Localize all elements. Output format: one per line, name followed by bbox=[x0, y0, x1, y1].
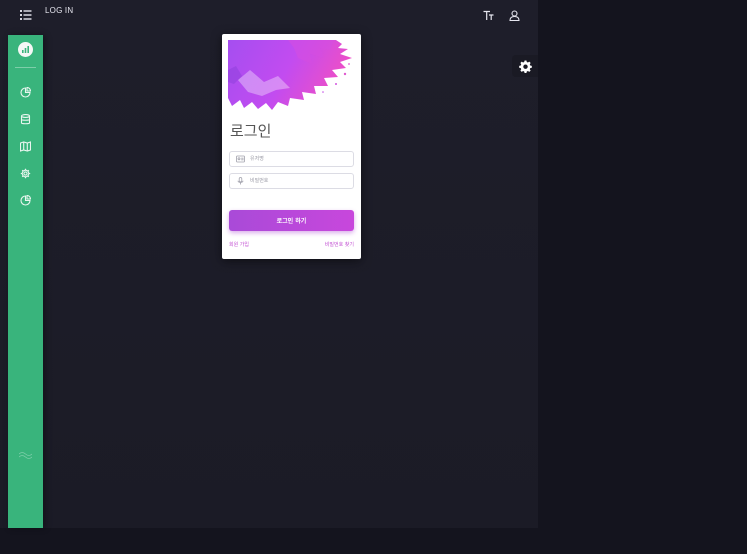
sidebar bbox=[8, 35, 43, 528]
text-size-icon[interactable] bbox=[483, 6, 494, 20]
sidebar-item-map-icon[interactable] bbox=[19, 137, 32, 152]
login-title: 로그인 bbox=[230, 122, 272, 140]
login-card: 로그인 로그인 하기 회원 가입 비밀번호 찾기 bbox=[222, 34, 361, 259]
username-field[interactable] bbox=[229, 151, 354, 167]
login-submit-button[interactable]: 로그인 하기 bbox=[229, 210, 354, 231]
chart-logo-icon[interactable] bbox=[18, 42, 33, 57]
sidebar-divider bbox=[15, 67, 36, 68]
top-bar: LOG IN bbox=[0, 0, 538, 24]
settings-gear-button[interactable] bbox=[512, 55, 538, 77]
sidebar-item-pie-chart-icon[interactable] bbox=[20, 83, 32, 98]
sidebar-item-pie-chart-icon-2[interactable] bbox=[20, 191, 32, 206]
menu-list-icon[interactable] bbox=[20, 6, 32, 20]
gear-icon bbox=[518, 59, 532, 73]
forgot-password-link[interactable]: 비밀번호 찾기 bbox=[325, 241, 354, 248]
brand-title: LOG IN bbox=[45, 6, 74, 15]
id-card-icon bbox=[230, 152, 250, 166]
password-input[interactable] bbox=[250, 175, 350, 187]
sidebar-item-database-icon[interactable] bbox=[20, 110, 31, 125]
user-icon[interactable] bbox=[509, 6, 520, 22]
microphone-icon bbox=[230, 174, 250, 188]
username-input[interactable] bbox=[250, 153, 350, 165]
sidebar-item-gear-icon[interactable] bbox=[20, 164, 31, 179]
decorative-wave-icon bbox=[18, 445, 33, 459]
app-window: LOG IN 로그인 유저명 로그인 하기 회원 가입 비밀번호 찾기 bbox=[0, 0, 538, 528]
login-hero-art bbox=[228, 40, 352, 110]
signup-link[interactable]: 회원 가입 bbox=[229, 241, 249, 248]
password-field[interactable] bbox=[229, 173, 354, 189]
